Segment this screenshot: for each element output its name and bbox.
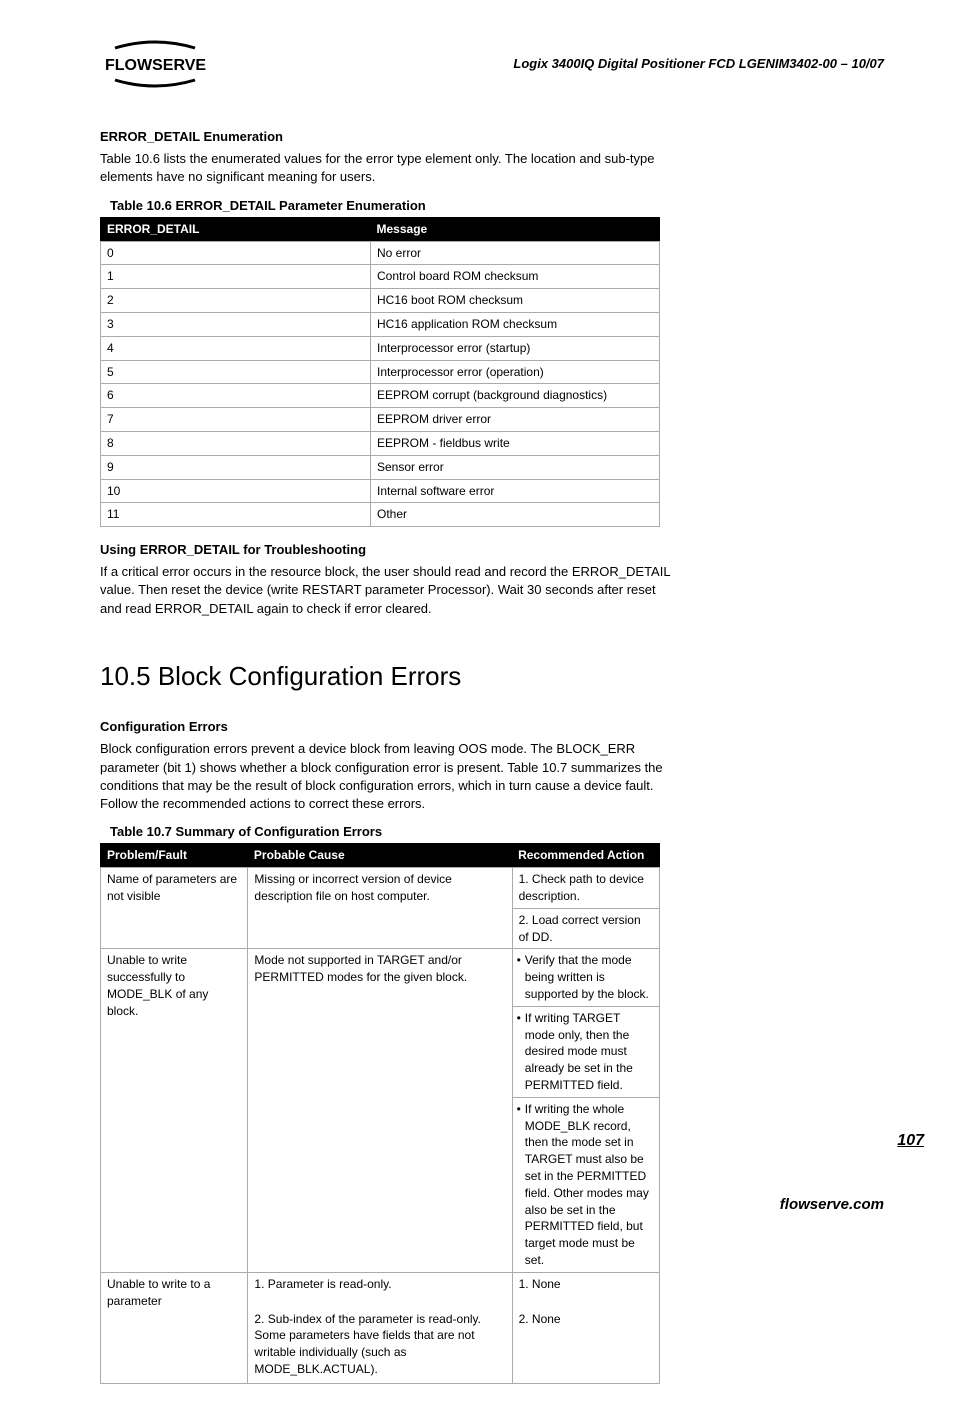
cell-error-detail: 11 bbox=[101, 503, 371, 527]
cell-message: No error bbox=[371, 241, 660, 265]
cell-message: EEPROM corrupt (background diagnostics) bbox=[371, 384, 660, 408]
table-caption-107: Table 10.7 Summary of Configuration Erro… bbox=[110, 823, 680, 841]
table-row: 8EEPROM - fieldbus write bbox=[101, 431, 660, 455]
table-row: 1Control board ROM checksum bbox=[101, 265, 660, 289]
table-row: 11Other bbox=[101, 503, 660, 527]
table-row: 4Interprocessor error (startup) bbox=[101, 336, 660, 360]
cell-cause: Mode not supported in TARGET and/or PERM… bbox=[248, 949, 512, 1272]
cell-action: 1. None 2. None bbox=[512, 1272, 659, 1383]
table-caption-106: Table 10.6 ERROR_DETAIL Parameter Enumer… bbox=[110, 197, 680, 215]
cell-error-detail: 4 bbox=[101, 336, 371, 360]
cell-problem: Unable to write successfully to MODE_BLK… bbox=[101, 949, 248, 1272]
section-title-error-detail: ERROR_DETAIL Enumeration bbox=[100, 128, 680, 146]
cell-error-detail: 2 bbox=[101, 289, 371, 313]
table-107: Problem/Fault Probable Cause Recommended… bbox=[100, 843, 660, 1383]
para-error-detail: Table 10.6 lists the enumerated values f… bbox=[100, 150, 680, 186]
table-row: Name of parameters are not visible Missi… bbox=[101, 868, 660, 909]
cell-error-detail: 0 bbox=[101, 241, 371, 265]
table-row: 5Interprocessor error (operation) bbox=[101, 360, 660, 384]
section-title-troubleshooting: Using ERROR_DETAIL for Troubleshooting bbox=[100, 541, 680, 559]
th-action: Recommended Action bbox=[512, 844, 659, 868]
cell-message: Interprocessor error (startup) bbox=[371, 336, 660, 360]
table-row: 10Internal software error bbox=[101, 479, 660, 503]
table-row: 9Sensor error bbox=[101, 455, 660, 479]
cell-action: 2. Load correct version of DD. bbox=[512, 908, 659, 949]
cell-cause: Missing or incorrect version of device d… bbox=[248, 868, 512, 949]
heading-10-5: 10.5 Block Configuration Errors bbox=[100, 658, 680, 694]
table-row: 2HC16 boot ROM checksum bbox=[101, 289, 660, 313]
para-config-errors: Block configuration errors prevent a dev… bbox=[100, 740, 680, 813]
th-error-detail: ERROR_DETAIL bbox=[101, 217, 371, 241]
cell-error-detail: 1 bbox=[101, 265, 371, 289]
cell-error-detail: 9 bbox=[101, 455, 371, 479]
th-cause: Probable Cause bbox=[248, 844, 512, 868]
cell-action: 1. Check path to device description. bbox=[512, 868, 659, 909]
cell-action: If writing TARGET mode only, then the de… bbox=[512, 1006, 659, 1097]
document-id: Logix 3400IQ Digital Positioner FCD LGEN… bbox=[513, 55, 884, 73]
content-area: ERROR_DETAIL Enumeration Table 10.6 list… bbox=[100, 128, 680, 1384]
svg-text:FLOWSERVE: FLOWSERVE bbox=[105, 57, 206, 74]
table-row: 7EEPROM driver error bbox=[101, 408, 660, 432]
cell-error-detail: 6 bbox=[101, 384, 371, 408]
cell-problem: Unable to write to a parameter bbox=[101, 1272, 248, 1383]
page-header: FLOWSERVE Logix 3400IQ Digital Positione… bbox=[100, 40, 884, 88]
cell-action: Verify that the mode being written is su… bbox=[512, 949, 659, 1006]
cell-error-detail: 10 bbox=[101, 479, 371, 503]
cell-problem: Name of parameters are not visible bbox=[101, 868, 248, 949]
section-title-config-errors: Configuration Errors bbox=[100, 718, 680, 736]
cell-message: Control board ROM checksum bbox=[371, 265, 660, 289]
cell-error-detail: 8 bbox=[101, 431, 371, 455]
th-problem: Problem/Fault bbox=[101, 844, 248, 868]
para-troubleshooting: If a critical error occurs in the resour… bbox=[100, 563, 680, 618]
cell-error-detail: 5 bbox=[101, 360, 371, 384]
table-row: 6EEPROM corrupt (background diagnostics) bbox=[101, 384, 660, 408]
table-row: 3HC16 application ROM checksum bbox=[101, 312, 660, 336]
cell-message: EEPROM - fieldbus write bbox=[371, 431, 660, 455]
table-row: Unable to write to a parameter 1. Parame… bbox=[101, 1272, 660, 1383]
cell-message: EEPROM driver error bbox=[371, 408, 660, 432]
table-row: 0No error bbox=[101, 241, 660, 265]
cell-cause: 1. Parameter is read-only. 2. Sub-index … bbox=[248, 1272, 512, 1383]
footer-url: flowserve.com bbox=[780, 1194, 884, 1215]
cell-error-detail: 7 bbox=[101, 408, 371, 432]
table-row: Unable to write successfully to MODE_BLK… bbox=[101, 949, 660, 1006]
cell-error-detail: 3 bbox=[101, 312, 371, 336]
cell-message: Sensor error bbox=[371, 455, 660, 479]
flowserve-logo: FLOWSERVE bbox=[100, 40, 210, 88]
cell-message: Other bbox=[371, 503, 660, 527]
cell-message: Internal software error bbox=[371, 479, 660, 503]
cell-action: If writing the whole MODE_BLK record, th… bbox=[512, 1097, 659, 1272]
cell-message: Interprocessor error (operation) bbox=[371, 360, 660, 384]
table-106: ERROR_DETAIL Message 0No error1Control b… bbox=[100, 217, 660, 527]
cell-message: HC16 application ROM checksum bbox=[371, 312, 660, 336]
th-message: Message bbox=[371, 217, 660, 241]
page-number: 107 bbox=[897, 1130, 924, 1152]
cell-message: HC16 boot ROM checksum bbox=[371, 289, 660, 313]
